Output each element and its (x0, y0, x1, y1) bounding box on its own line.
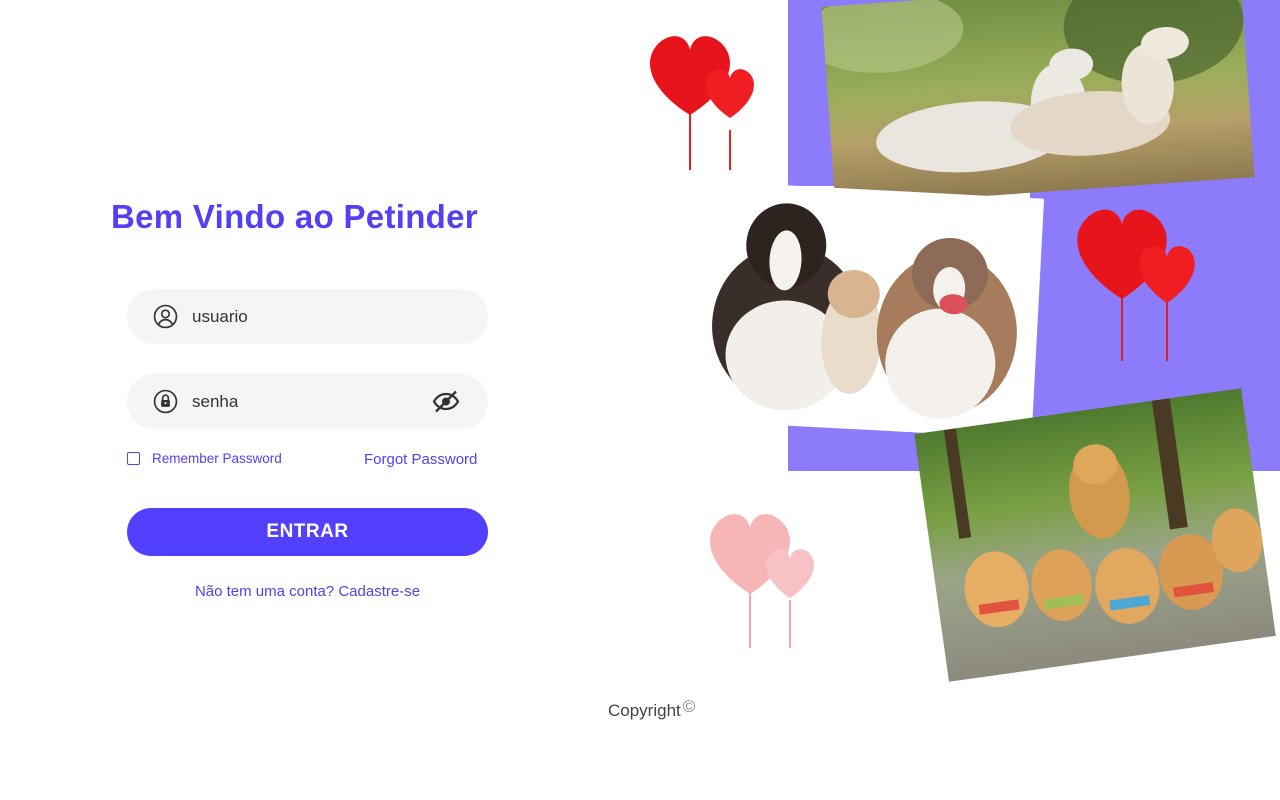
user-circle-icon (153, 304, 178, 329)
eye-off-icon[interactable] (432, 389, 460, 414)
checkbox-box[interactable] (127, 452, 140, 465)
page-title: Bem Vindo ao Petinder (111, 198, 478, 235)
heart-balloon-icon (1077, 209, 1195, 361)
password-field[interactable] (127, 374, 488, 429)
remember-password-checkbox[interactable]: Remember Password (127, 451, 282, 466)
username-input[interactable] (192, 289, 412, 344)
password-input[interactable] (192, 374, 412, 429)
heart-balloon-icon (710, 514, 814, 648)
greyhounds-photo (821, 0, 1255, 207)
heart-balloon-icon (650, 36, 754, 170)
copyright-footer: Copyright © (608, 697, 695, 721)
puppies-photo (914, 388, 1276, 682)
copyright-label: Copyright (608, 701, 681, 720)
three-dogs-photo (701, 181, 1045, 439)
copyright-icon: © (682, 697, 696, 716)
forgot-password-link[interactable]: Forgot Password (364, 451, 477, 468)
remember-password-label: Remember Password (152, 451, 282, 466)
enter-button[interactable]: ENTRAR (127, 508, 488, 556)
username-field[interactable] (127, 289, 488, 344)
signup-link[interactable]: Não tem uma conta? Cadastre-se (127, 583, 488, 600)
lock-icon (153, 389, 178, 414)
